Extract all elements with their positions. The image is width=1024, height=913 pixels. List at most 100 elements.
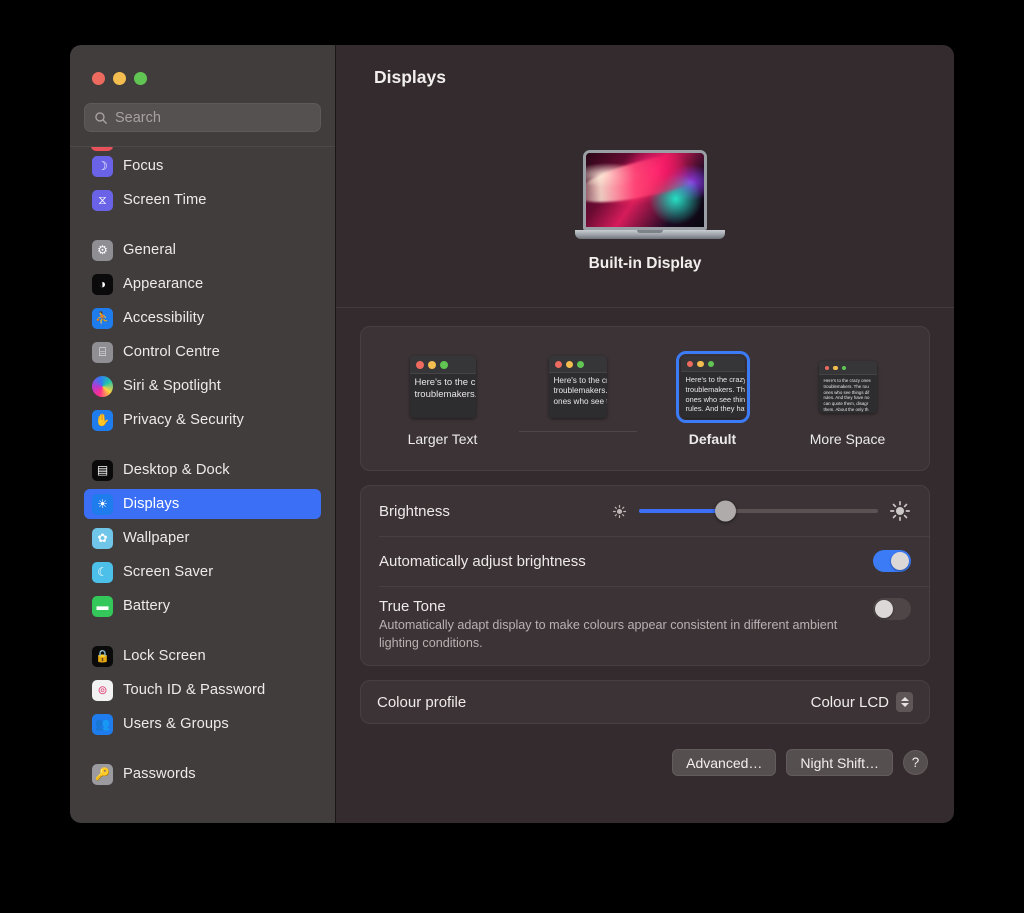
sidebar-item-desktop-dock[interactable]: ▤ Desktop & Dock [84, 455, 321, 485]
sidebar-item-screen-saver[interactable]: ☾ Screen Saver [84, 557, 321, 587]
zoom-button[interactable] [134, 72, 147, 85]
sidebar-item-label: Screen Saver [123, 564, 214, 580]
resolution-thumbnail[interactable]: Here's to the crazy onestroublemakers. T… [675, 350, 750, 423]
resolution-option[interactable]: Here's to the crazy onestroublemakers. T… [375, 351, 510, 447]
sidebar-item-label: Desktop & Dock [123, 462, 230, 478]
search-field[interactable]: Search [84, 103, 321, 132]
auto-brightness-toggle[interactable] [873, 550, 911, 572]
sidebar-item-battery[interactable]: ▬ Battery [84, 591, 321, 621]
resolution-thumbnail-holder: Here's to the crazy onestroublemakers. T… [409, 351, 476, 423]
night-shift-button[interactable]: Night Shift… [786, 749, 893, 777]
resolution-thumbnail[interactable]: Here's to the crazy onestroublemakers. T… [409, 355, 476, 418]
display-name: Built-in Display [588, 255, 702, 272]
thumbnail-titlebar [680, 355, 745, 372]
toggle-knob [875, 600, 893, 618]
wallpaper-icon: ✿ [92, 527, 113, 549]
sidebar-item-appearance[interactable]: ◑ Appearance [84, 269, 321, 299]
sidebar-item-label: Control Centre [123, 344, 220, 360]
page-title: Displays [374, 67, 446, 87]
brightness-track[interactable] [639, 500, 878, 522]
sidebar-item-label: Accessibility [123, 310, 205, 326]
minimise-dot-icon [833, 365, 838, 370]
sidebar-group: ▤ Desktop & Dock ☀ Displays ✿ Wallpaper ☾ Scree… [84, 455, 321, 621]
display-device[interactable]: Built-in Display [336, 150, 954, 273]
sidebar-item-label: Touch ID & Password [123, 682, 266, 698]
auto-brightness-label: Automatically adjust brightness [379, 552, 586, 570]
sidebar-item-touch-id-password[interactable]: ⊚ Touch ID & Password [84, 675, 321, 705]
close-dot-icon [415, 360, 424, 369]
sidebar-item-label: Lock Screen [123, 648, 206, 664]
sidebar-item-label: Passwords [123, 766, 196, 782]
close-button[interactable] [92, 72, 105, 85]
sidebar-item-users-groups[interactable]: 👥 Users & Groups [84, 709, 321, 739]
advanced-button[interactable]: Advanced… [672, 749, 777, 777]
colour-profile-popup[interactable]: Colour LCD [810, 692, 913, 713]
sidebar-item-label: Users & Groups [123, 716, 229, 732]
thumbnail-titlebar [409, 355, 476, 374]
true-tone-toggle[interactable] [873, 598, 911, 620]
sidebar-item-control-centre[interactable]: ⌸ Control Centre [84, 337, 321, 367]
resolution-label: Default [688, 430, 737, 447]
macbook-notch [637, 230, 663, 233]
sidebar-item-screen-time[interactable]: ⧖ Screen Time [84, 185, 321, 215]
resolution-option[interactable]: Here's to the crazy onestroublemakers. T… [645, 350, 780, 447]
accessibility-icon: ⛹ [92, 307, 113, 329]
settings-body: Here's to the crazy onestroublemakers. T… [336, 308, 954, 823]
thumbnail-text: Here's to the crazy onestroublemakers. T… [414, 376, 476, 401]
help-button[interactable]: ? [903, 750, 928, 776]
macbook-screen [583, 150, 707, 230]
resolution-option[interactable]: Here's to the crazy onestroublemakers. T… [510, 351, 645, 447]
resolution-thumbnail-holder: Here's to the crazy onestroublemakers. T… [548, 351, 607, 423]
users-groups-icon: 👥 [92, 713, 113, 735]
sidebar-item-general[interactable]: ⚙ General [84, 235, 321, 265]
sidebar-item-label: Wallpaper [123, 530, 190, 546]
sidebar-group: 🔒 Lock Screen ⊚ Touch ID & Password 👥 Users &… [84, 641, 321, 739]
sidebar-item-label: Siri & Spotlight [123, 378, 221, 394]
chevron-updown-icon [896, 692, 913, 713]
sidebar-item-wallpaper[interactable]: ✿ Wallpaper [84, 523, 321, 553]
minimise-dot-icon [565, 360, 573, 368]
traffic-lights [70, 45, 335, 85]
resolution-thumbnail-holder: Here's to the crazy onestroublemakers. T… [675, 350, 750, 423]
sidebar-item-lock-screen[interactable]: 🔒 Lock Screen [84, 641, 321, 671]
sidebar-group: ⚙ General ◑ Appearance ⛹ Accessibility ⌸ Contro… [84, 235, 321, 435]
brightness-knob[interactable] [715, 500, 737, 522]
minimise-dot-icon [697, 360, 704, 367]
resolution-label: More Space [809, 430, 886, 447]
resolution-option[interactable]: Here's to the crazy onestroublemakers. T… [780, 351, 915, 447]
brightness-low-icon [612, 504, 627, 518]
brightness-card: Brightness Automatically adjust brightne… [360, 485, 930, 667]
sidebar-item-label: Appearance [123, 276, 204, 292]
colour-profile-value: Colour LCD [810, 693, 889, 711]
zoom-dot-icon [576, 360, 584, 368]
displays-icon: ☀ [92, 493, 113, 515]
sidebar-item-privacy-security[interactable]: ✋ Privacy & Security [84, 405, 321, 435]
control-centre-icon: ⌸ [92, 341, 113, 363]
resolution-thumbnail[interactable]: Here's to the crazy onestroublemakers. T… [548, 355, 607, 418]
sidebar-item-accessibility[interactable]: ⛹ Accessibility [84, 303, 321, 333]
focus-icon: ☽ [92, 155, 113, 177]
brightness-slider[interactable] [611, 500, 911, 522]
sidebar-item-label: Privacy & Security [123, 412, 244, 428]
privacy-icon: ✋ [92, 409, 113, 431]
minimise-button[interactable] [113, 72, 126, 85]
sidebar-item-focus[interactable]: ☽ Focus [84, 151, 321, 181]
sidebar-item-displays[interactable]: ☀ Displays [84, 489, 321, 519]
colour-profile-card: Colour profile Colour LCD [360, 680, 930, 725]
resolution-thumbnail[interactable]: Here's to the crazy onestroublemakers. T… [818, 360, 877, 413]
sidebar-list[interactable]: ☽ Focus ⧖ Screen Time ⚙ General ◑ Appearance ⛹ Ac… [70, 147, 335, 823]
sidebar-item-label: Battery [123, 598, 171, 614]
macbook-base [575, 230, 725, 239]
touch-id-icon: ⊚ [92, 679, 113, 701]
auto-brightness-row: Automatically adjust brightness [361, 536, 929, 586]
resolution-label: Larger Text [407, 430, 478, 447]
sidebar-item-label: General [123, 242, 176, 258]
sidebar-item-passwords[interactable]: 🔑 Passwords [84, 759, 321, 789]
sidebar-group: ☽ Focus ⧖ Screen Time [84, 151, 321, 215]
toggle-knob [891, 552, 909, 570]
thumbnail-titlebar [818, 360, 877, 375]
sidebar-item-label: Displays [123, 496, 180, 512]
sidebar-item-siri-spotlight[interactable]: Siri & Spotlight [84, 371, 321, 401]
